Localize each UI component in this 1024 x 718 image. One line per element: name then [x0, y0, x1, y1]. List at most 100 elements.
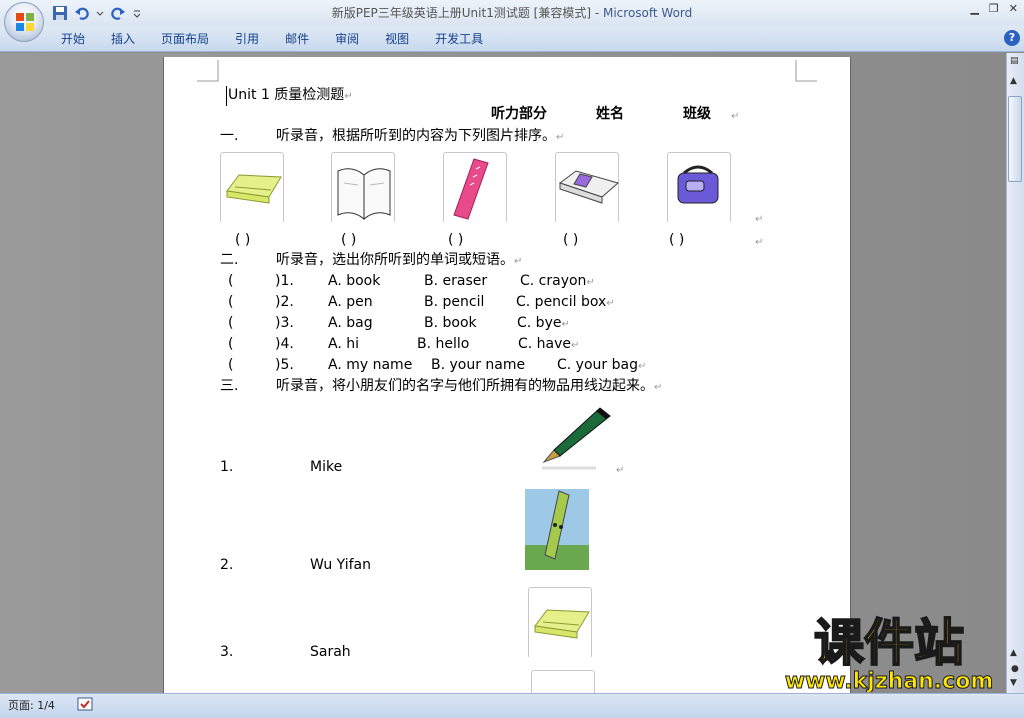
window-title: 新版PEP三年级英语上册Unit1测试题 [兼容模式] - Microsoft …: [0, 0, 1024, 26]
option-a: A. book: [328, 273, 381, 289]
close-icon[interactable]: ✕: [1009, 2, 1018, 15]
open-paren: (: [228, 294, 234, 310]
watermark-url-text: www.kjzhan.com: [785, 669, 994, 692]
header-listening: 听力部分: [491, 106, 547, 122]
app-name: Microsoft Word: [602, 6, 693, 20]
section1-instruction: 听录音，根据所听到的内容为下列图片排序。↵: [276, 128, 565, 144]
match-number: 2.: [220, 557, 234, 573]
eraser-icon: [558, 170, 620, 204]
picture-eraser[interactable]: [555, 152, 620, 222]
child-name: Sarah: [310, 644, 351, 660]
picture-book[interactable]: [331, 152, 395, 222]
answer-blank[interactable]: ( ): [669, 231, 684, 249]
restore-icon[interactable]: ❐: [989, 2, 999, 15]
window-controls: ▁ ❐ ✕: [970, 2, 1018, 15]
undo-icon[interactable]: [74, 5, 90, 21]
open-paren: (: [228, 336, 234, 352]
picture-pencil-box[interactable]: [220, 152, 284, 222]
option-a: A. pen: [328, 294, 373, 310]
tab-view[interactable]: 视图: [372, 30, 422, 48]
question-number: )3.: [275, 315, 294, 331]
question-number: )4.: [275, 336, 294, 352]
section2-instruction: 听录音，选出你所听到的单词或短语。↵: [276, 252, 523, 268]
answer-blank[interactable]: ( ): [448, 231, 463, 249]
child-name: Mike: [310, 459, 343, 475]
scroll-up-icon[interactable]: ▲: [1010, 76, 1017, 86]
section3-number: 三.: [220, 378, 239, 394]
bag-icon: [677, 165, 719, 204]
watermark-brand-text: 课件站: [814, 614, 964, 672]
proofing-icon[interactable]: [77, 697, 93, 711]
option-c: C. pencil box↵: [516, 294, 615, 310]
option-c: C. crayon↵: [520, 273, 595, 289]
answer-blank[interactable]: ( ): [341, 231, 356, 249]
chevron-down-icon[interactable]: [96, 5, 104, 21]
status-bar: [0, 693, 1024, 718]
quick-access-toolbar: [52, 3, 142, 23]
tab-home[interactable]: 开始: [48, 30, 98, 48]
question-number: )5.: [275, 357, 294, 373]
kjzhan-watermark-logo: 课件站 www.kjzhan.com: [784, 613, 994, 692]
book-icon: [337, 168, 391, 221]
option-c: C. have↵: [518, 336, 580, 352]
section1-number: 一.: [220, 128, 239, 144]
option-a: A. bag: [328, 315, 373, 331]
question-number: )1.: [275, 273, 294, 289]
match-number: 3.: [220, 644, 234, 660]
section3-instruction: 听录音，将小朋友们的名字与他们所拥有的物品用线边起来。↵: [276, 378, 663, 394]
minimize-icon[interactable]: ▁: [970, 2, 978, 15]
pencil-box-icon: [534, 609, 590, 639]
redo-icon[interactable]: [110, 5, 126, 21]
picture-ruler[interactable]: [443, 152, 507, 222]
help-icon[interactable]: ?: [1004, 30, 1020, 46]
paragraph-mark: ↵: [755, 214, 764, 225]
paragraph-mark: ↵: [755, 237, 764, 248]
option-b: B. your name: [431, 357, 526, 373]
ribbon-tabs: 开始 插入 页面布局 引用 邮件 审阅 视图 开发工具: [48, 30, 496, 48]
header-name: 姓名: [596, 106, 624, 122]
tab-page-layout[interactable]: 页面布局: [148, 30, 222, 48]
answer-blank[interactable]: ( ): [235, 231, 250, 249]
pencil-box-icon: [226, 174, 282, 204]
next-page-icon[interactable]: ▼: [1010, 678, 1017, 688]
save-icon[interactable]: [52, 5, 68, 21]
header-class: 班级: [683, 106, 711, 122]
ruler-icon: [453, 158, 489, 220]
crayon-picture-icon: [525, 489, 589, 570]
office-logo-icon: [16, 13, 34, 31]
picture-bag[interactable]: [667, 152, 731, 222]
margin-corner-mark: [795, 60, 817, 82]
option-b: B. hello: [417, 336, 470, 352]
option-a: A. hi: [328, 336, 359, 352]
answer-blank[interactable]: ( ): [563, 231, 578, 249]
office-button[interactable]: [4, 2, 44, 42]
paragraph-mark: ↵: [731, 111, 740, 122]
customize-toolbar-icon[interactable]: [132, 5, 142, 21]
option-b: B. book: [424, 315, 477, 331]
open-paren: (: [228, 315, 234, 331]
section2-number: 二.: [220, 252, 239, 268]
tab-review[interactable]: 审阅: [322, 30, 372, 48]
document-title: 新版PEP三年级英语上册Unit1测试题 [兼容模式] -: [331, 6, 603, 20]
open-paren: (: [228, 357, 234, 373]
tab-developer[interactable]: 开发工具: [422, 30, 496, 48]
picture-pencil-box-2[interactable]: [528, 587, 592, 657]
document-heading: Unit 1 质量检测题↵: [226, 86, 353, 106]
page-indicator[interactable]: 页面: 1/4: [8, 697, 55, 713]
option-c: C. bye↵: [517, 315, 570, 331]
ruler-toggle-icon[interactable]: ▤: [1010, 56, 1019, 66]
paragraph-mark: ↵: [616, 465, 625, 476]
scrollbar-thumb[interactable]: [1008, 96, 1022, 182]
question-number: )2.: [275, 294, 294, 310]
previous-page-icon[interactable]: ▲: [1010, 648, 1017, 658]
browse-object-icon[interactable]: ●: [1011, 664, 1019, 674]
option-b: B. pencil: [424, 294, 485, 310]
open-paren: (: [228, 273, 234, 289]
child-name: Wu Yifan: [310, 557, 371, 573]
picture-partial[interactable]: [531, 670, 595, 693]
tab-mailings[interactable]: 邮件: [272, 30, 322, 48]
option-a: A. my name: [328, 357, 413, 373]
margin-corner-mark: [197, 60, 219, 82]
tab-insert[interactable]: 插入: [98, 30, 148, 48]
tab-references[interactable]: 引用: [222, 30, 272, 48]
